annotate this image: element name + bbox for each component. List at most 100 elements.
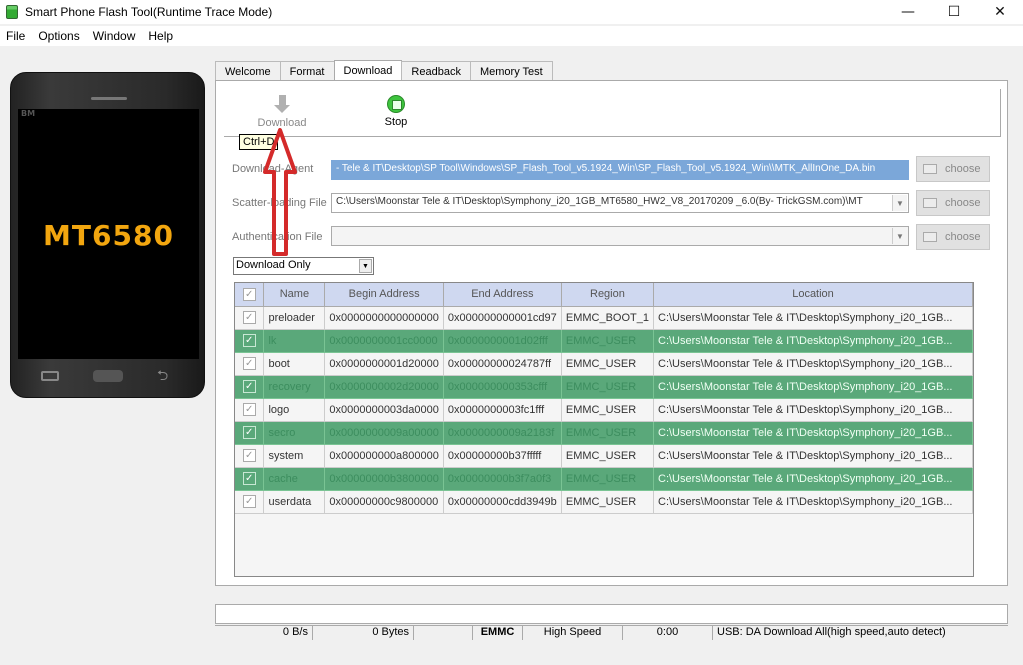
row-checkbox[interactable]: ✓ (235, 351, 265, 376)
choose-download-agent-button[interactable]: choose (916, 156, 990, 182)
checkbox[interactable]: ✓ (242, 472, 256, 485)
table-row[interactable]: ✓ secro 0x0000000009a00000 0x0000000009a218… (235, 420, 973, 445)
table-row[interactable]: ✓ recovery 0x0000000002d20000 0x00000000035… (235, 374, 973, 399)
row-checkbox[interactable]: ✓ (235, 443, 265, 468)
cell-begin-address: 0x0000000003da0000 (324, 397, 444, 422)
close-button[interactable]: ✕ (977, 0, 1023, 24)
cell-end-address: 0x0000000003fc1fff (442, 397, 562, 422)
table-row[interactable]: ✓ cache 0x00000000b3800000 0x00000000b3f7a0… (235, 466, 973, 491)
row-checkbox[interactable]: ✓ (235, 328, 265, 353)
cell-begin-address: 0x0000000001d20000 (324, 351, 444, 376)
cell-region: EMMC_USER (560, 351, 655, 376)
cell-region: EMMC_USER (560, 328, 655, 353)
column-header-begin[interactable]: Begin Address (324, 283, 444, 307)
choose-scatter-file-button[interactable]: choose (916, 190, 990, 216)
menu-file[interactable]: File (0, 29, 32, 43)
row-checkbox[interactable]: ✓ (235, 374, 265, 399)
table-row[interactable]: ✓ boot 0x0000000001d20000 0x00000000024787f… (235, 351, 973, 376)
cell-region: EMMC_USER (560, 397, 655, 422)
table-row[interactable]: ✓ preloader 0x0000000000000000 0x0000000000… (235, 305, 973, 330)
maximize-button[interactable]: ☐ (931, 0, 977, 24)
cell-name: preloader (263, 305, 326, 330)
chipset-label: MT6580 (43, 219, 174, 252)
table-row[interactable]: ✓ lk 0x0000000001cc0000 0x0000000001d02fff E… (235, 328, 973, 353)
chevron-down-icon[interactable]: ▼ (892, 195, 907, 211)
row-checkbox[interactable]: ✓ (235, 420, 265, 445)
cell-name: userdata (263, 489, 326, 514)
tab-readback[interactable]: Readback (401, 61, 471, 81)
tab-download[interactable]: Download (333, 60, 403, 81)
cell-begin-address: 0x0000000000000000 (324, 305, 444, 330)
phone-screen: MT6580 (18, 109, 199, 359)
minimize-button[interactable]: — (885, 0, 931, 24)
cell-location: C:\Users\Moonstar Tele & IT\Desktop\Symp… (653, 374, 973, 399)
download-button[interactable]: Download (252, 95, 312, 129)
chevron-down-icon[interactable]: ▼ (892, 228, 907, 244)
status-time: 0:00 (623, 626, 713, 640)
table-row[interactable]: ✓ system 0x000000000a800000 0x00000000b37ff… (235, 443, 973, 468)
cell-location: C:\Users\Moonstar Tele & IT\Desktop\Symp… (653, 420, 973, 445)
menu-help[interactable]: Help (142, 29, 180, 43)
checkbox[interactable]: ✓ (242, 357, 256, 370)
column-header-region[interactable]: Region (560, 283, 655, 307)
download-mode-select[interactable]: Download Only ▼ (233, 257, 374, 275)
row-checkbox[interactable]: ✓ (235, 466, 265, 491)
cell-begin-address: 0x00000000b3800000 (324, 466, 444, 491)
partition-table: ✓ Name Begin Address End Address Region … (234, 282, 974, 577)
checkbox[interactable]: ✓ (242, 426, 256, 439)
select-all-checkbox[interactable]: ✓ (235, 283, 265, 307)
checkbox[interactable]: ✓ (242, 287, 256, 301)
table-row[interactable]: ✓ userdata 0x00000000c9800000 0x00000000cdd… (235, 489, 973, 514)
checkbox[interactable]: ✓ (242, 380, 256, 393)
download-arrow-icon (274, 95, 290, 115)
column-header-end[interactable]: End Address (442, 283, 562, 307)
download-agent-field[interactable]: - Tele & IT\Desktop\SP Tool\Windows\SP_F… (331, 160, 909, 180)
annotation-arrow-icon (263, 128, 297, 256)
cell-end-address: 0x00000000b3f7a0f3 (442, 466, 562, 491)
scatter-file-field[interactable]: C:\Users\Moonstar Tele & IT\Desktop\Symp… (331, 193, 909, 213)
checkbox[interactable]: ✓ (242, 449, 256, 462)
cell-end-address: 0x00000000cdd3949b (442, 489, 562, 514)
toolbar: Download Stop (224, 89, 1001, 137)
row-checkbox[interactable]: ✓ (235, 397, 265, 422)
row-checkbox[interactable]: ✓ (235, 489, 265, 514)
menu-options[interactable]: Options (32, 29, 86, 43)
checkbox[interactable]: ✓ (242, 403, 256, 416)
cell-name: logo (263, 397, 326, 422)
phone-brand: BM (21, 109, 36, 118)
column-header-location[interactable]: Location (653, 283, 973, 307)
choose-label: choose (945, 197, 981, 209)
choose-label: choose (945, 163, 981, 175)
phone-image: MT6580 BM ⮌ (10, 72, 205, 398)
tab-format[interactable]: Format (279, 61, 335, 81)
status-usb: USB: DA Download All(high speed,auto det… (717, 626, 946, 638)
folder-icon (923, 164, 937, 174)
stop-icon (387, 95, 405, 113)
status-mode: High Speed (523, 626, 623, 640)
stop-button[interactable]: Stop (366, 95, 426, 128)
cell-location: C:\Users\Moonstar Tele & IT\Desktop\Symp… (653, 305, 973, 330)
title-bar: Smart Phone Flash Tool(Runtime Trace Mod… (0, 0, 1023, 24)
table-row[interactable]: ✓ logo 0x0000000003da0000 0x0000000003fc1ff… (235, 397, 973, 422)
cell-name: system (263, 443, 326, 468)
auth-file-field[interactable]: ▼ (331, 226, 909, 246)
status-bar: 0 B/s 0 Bytes EMMC High Speed 0:00 USB: … (215, 625, 1008, 640)
choose-auth-file-button[interactable]: choose (916, 224, 990, 250)
home-key-icon (93, 370, 123, 382)
tab-welcome[interactable]: Welcome (215, 61, 281, 81)
cell-region: EMMC_USER (560, 466, 655, 491)
cell-region: EMMC_BOOT_1 (560, 305, 655, 330)
chevron-down-icon[interactable]: ▼ (359, 259, 372, 273)
menu-key-icon (41, 371, 59, 381)
column-header-name[interactable]: Name (263, 283, 326, 307)
cell-name: cache (263, 466, 326, 491)
checkbox[interactable]: ✓ (242, 495, 256, 508)
checkbox[interactable]: ✓ (242, 311, 256, 324)
cell-name: secro (263, 420, 326, 445)
window-title: Smart Phone Flash Tool(Runtime Trace Mod… (25, 5, 273, 19)
row-checkbox[interactable]: ✓ (235, 305, 265, 330)
choose-label: choose (945, 231, 981, 243)
checkbox[interactable]: ✓ (242, 334, 256, 347)
tab-memory-test[interactable]: Memory Test (469, 61, 553, 81)
menu-window[interactable]: Window (87, 29, 143, 43)
